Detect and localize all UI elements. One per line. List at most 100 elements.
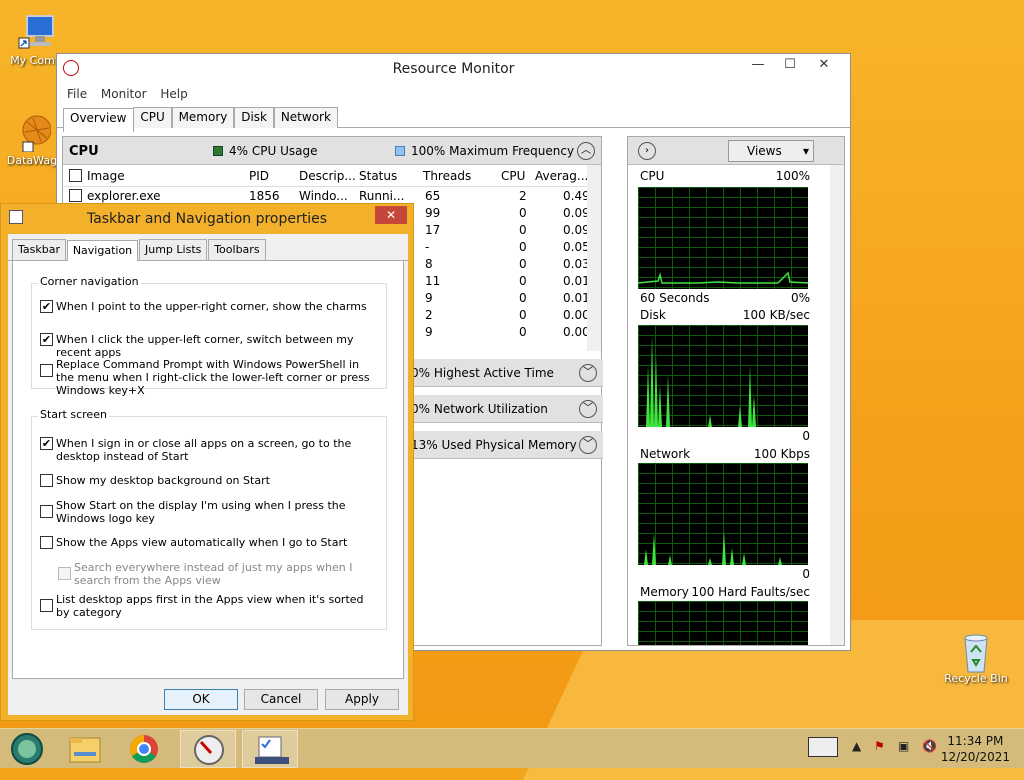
option-apps-view[interactable]: Show the Apps view automatically when I … [40, 536, 380, 549]
ok-button[interactable]: OK [164, 689, 238, 710]
cpu-section-header[interactable]: CPU 4% CPU Usage 100% Maximum Frequency … [63, 137, 601, 165]
option-go-to-desktop[interactable]: ✔ When I sign in or close all apps on a s… [40, 437, 380, 463]
process-table-header: Image PID Descrip... Status Threads CPU … [63, 165, 601, 187]
cell-description: Windo... [299, 189, 348, 203]
collapse-pane-icon[interactable]: › [638, 142, 656, 160]
dialog-tabs: Taskbar Navigation Jump Lists Toolbars [8, 234, 408, 264]
checkbox[interactable]: ✔ [40, 437, 53, 450]
dialog-content: Taskbar Navigation Jump Lists Toolbars C… [8, 234, 408, 715]
col-threads[interactable]: Threads [423, 169, 471, 183]
maximize-button[interactable]: ☐ [774, 54, 806, 76]
col-description[interactable]: Descrip... [299, 169, 356, 183]
graphs-toolbar: › Views ▾ [628, 137, 844, 165]
option-start-on-display[interactable]: Show Start on the display I'm using when… [40, 499, 380, 525]
col-average[interactable]: Averag... [535, 169, 588, 183]
apply-button[interactable]: Apply [325, 689, 399, 710]
graph-min: 0 [802, 567, 810, 581]
cancel-button[interactable]: Cancel [244, 689, 318, 710]
touch-keyboard-icon[interactable] [808, 737, 838, 757]
volume-muted-icon[interactable]: 🔇 [922, 739, 937, 753]
tab-disk[interactable]: Disk [234, 107, 274, 128]
clock-date: 12/20/2021 [940, 750, 1010, 764]
option-label: Search everywhere instead of just my app… [74, 561, 353, 587]
start-screen-title: Start screen [38, 408, 109, 421]
cpu-frequency-text: 100% Maximum Frequency [411, 144, 575, 158]
tab-cpu[interactable]: CPU [133, 107, 172, 128]
col-status[interactable]: Status [359, 169, 397, 183]
taskbar-taskbar-properties[interactable] [242, 730, 298, 768]
collapse-chevron-icon[interactable]: ︿ [577, 142, 595, 160]
cell-cpu: 2 [519, 189, 527, 203]
table-row[interactable]: explorer.exe 1856 Windo... Runni... 65 2 0.49 [63, 187, 601, 204]
menu-help[interactable]: Help [160, 87, 187, 101]
menu-monitor[interactable]: Monitor [101, 87, 147, 101]
col-cpu[interactable]: CPU [501, 169, 525, 183]
cell-threads: 9 [425, 291, 433, 305]
taskbar-file-explorer[interactable] [58, 730, 114, 768]
graphs-scrollbar[interactable] [830, 165, 844, 645]
clock[interactable]: 11:34 PM 12/20/2021 [941, 733, 1010, 765]
tab-jump-lists[interactable]: Jump Lists [139, 239, 208, 260]
option-label: When I click the upper-left corner, swit… [56, 333, 354, 359]
checkbox[interactable]: ✔ [40, 333, 53, 346]
cell-cpu: 0 [519, 206, 527, 220]
taskbar-chrome[interactable] [116, 730, 172, 768]
taskbar-resource-monitor[interactable] [180, 730, 236, 768]
cell-cpu: 0 [519, 257, 527, 271]
checkbox[interactable] [40, 364, 53, 377]
menu-file[interactable]: File [67, 87, 87, 101]
tab-toolbars[interactable]: Toolbars [208, 239, 266, 260]
row-checkbox[interactable] [69, 189, 82, 202]
graph-name: Network [640, 447, 691, 461]
start-button[interactable] [0, 730, 56, 768]
tab-overview[interactable]: Overview [63, 108, 134, 132]
cell-cpu: 0 [519, 325, 527, 339]
minimize-button[interactable]: — [742, 54, 774, 76]
checkbox[interactable]: ✔ [40, 300, 53, 313]
expand-chevron-icon[interactable]: ﹀ [579, 436, 597, 454]
checkbox[interactable] [40, 599, 53, 612]
expand-chevron-icon[interactable]: ﹀ [579, 364, 597, 382]
cell-average: 0.05 [563, 240, 590, 254]
option-replace-command-prompt[interactable]: Replace Command Prompt with Windows Powe… [40, 358, 380, 397]
resource-monitor-app-icon [63, 60, 79, 76]
action-center-flag-icon[interactable]: ⚑ [874, 739, 885, 753]
checkbox[interactable] [40, 536, 53, 549]
disk-graph-label: Disk 100 KB/sec [640, 308, 810, 322]
col-image[interactable]: Image [87, 169, 125, 183]
cpu-graph [637, 187, 809, 289]
col-pid[interactable]: PID [249, 169, 269, 183]
expand-chevron-icon[interactable]: ﹀ [579, 400, 597, 418]
cpu-graph-label: CPU 100% [640, 169, 810, 183]
graph-timespan: 60 Seconds [640, 291, 710, 305]
option-label: When I sign in or close all apps on a sc… [56, 437, 352, 463]
option-switch-recent-apps[interactable]: ✔ When I click the upper-left corner, swi… [40, 333, 380, 359]
dialog-close-button[interactable]: ✕ [375, 206, 407, 224]
select-all-checkbox[interactable] [69, 169, 82, 182]
desktop-icon-recycle-bin[interactable]: Recycle Bin [940, 630, 1012, 685]
checkbox[interactable] [40, 474, 53, 487]
option-search-everywhere: Search everywhere instead of just my app… [58, 561, 376, 587]
option-desktop-background[interactable]: Show my desktop background on Start [40, 474, 380, 487]
resource-monitor-titlebar[interactable]: Resource Monitor — ☐ ✕ [57, 54, 850, 84]
cell-threads: 9 [425, 325, 433, 339]
dialog-titlebar[interactable]: Taskbar and Navigation properties ✕ [1, 204, 413, 234]
cell-cpu: 0 [519, 274, 527, 288]
cell-threads: 11 [425, 274, 441, 288]
cell-average: 0.01 [563, 274, 590, 288]
views-dropdown[interactable]: Views ▾ [728, 140, 814, 162]
cell-average: 0.09 [563, 206, 590, 220]
tab-memory[interactable]: Memory [171, 107, 235, 128]
process-table-scrollbar[interactable] [587, 165, 601, 351]
option-desktop-apps-first[interactable]: List desktop apps first in the Apps view… [40, 593, 380, 619]
network-icon[interactable]: ▣ [898, 739, 909, 753]
option-show-charms[interactable]: ✔ When I point to the upper-right corner,… [40, 300, 380, 313]
tab-taskbar[interactable]: Taskbar [12, 239, 66, 260]
graph-min: 0 [802, 429, 810, 443]
tab-network[interactable]: Network [273, 107, 338, 128]
show-hidden-icons-icon[interactable]: ▲ [852, 739, 861, 753]
close-button[interactable]: ✕ [808, 54, 840, 76]
desktop-icon-label: My Comp [10, 54, 62, 67]
checkbox[interactable] [40, 505, 53, 518]
computer-icon [17, 12, 55, 52]
